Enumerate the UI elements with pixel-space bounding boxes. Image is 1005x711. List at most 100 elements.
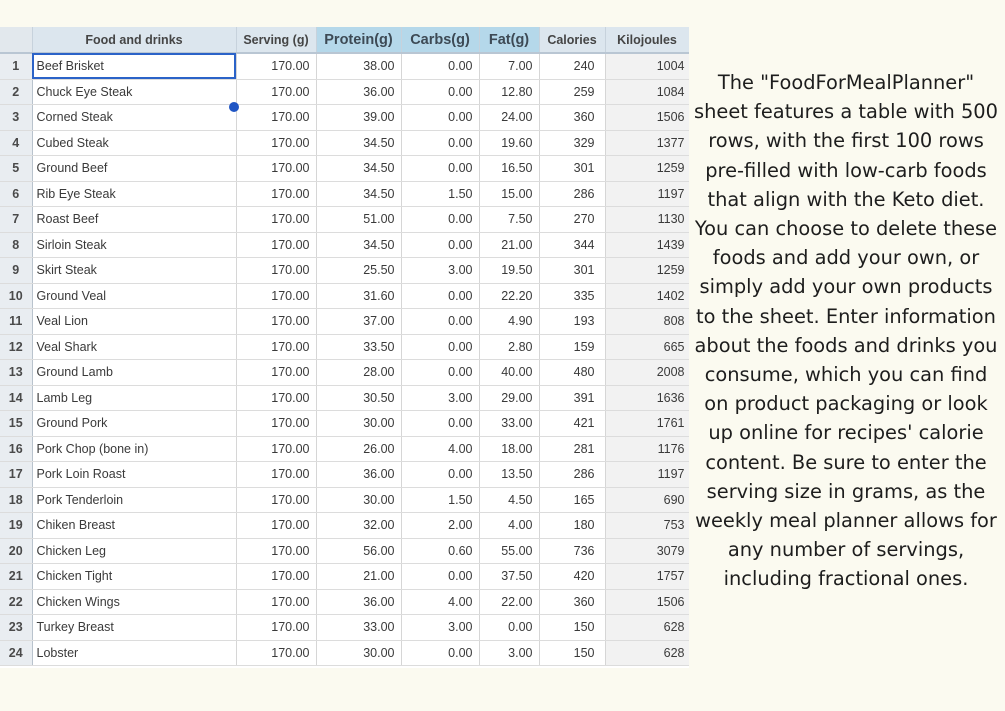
cell-calories[interactable]: 301 xyxy=(539,155,606,182)
cell-food[interactable]: Lamb Leg xyxy=(32,385,237,411)
cell-protein[interactable]: 51.00 xyxy=(316,206,402,233)
cell-carbs[interactable]: 4.00 xyxy=(401,436,480,462)
cell-serving[interactable]: 170.00 xyxy=(236,512,317,539)
header-calories[interactable]: Calories xyxy=(539,27,606,54)
cell-fat[interactable]: 15.00 xyxy=(479,181,540,207)
cell-fat[interactable]: 4.00 xyxy=(479,512,540,539)
cell-serving[interactable]: 170.00 xyxy=(236,359,317,386)
row-number[interactable]: 3 xyxy=(0,104,33,131)
cell-serving[interactable]: 170.00 xyxy=(236,410,317,437)
cell-serving[interactable]: 170.00 xyxy=(236,487,317,513)
cell-calories[interactable]: 421 xyxy=(539,410,606,437)
cell-kilojoules[interactable]: 2008 xyxy=(605,359,689,386)
row-number[interactable]: 21 xyxy=(0,563,33,590)
cell-kilojoules[interactable]: 1259 xyxy=(605,257,689,284)
cell-fat[interactable]: 2.80 xyxy=(479,334,540,360)
cell-calories[interactable]: 360 xyxy=(539,589,606,615)
cell-serving[interactable]: 170.00 xyxy=(236,385,317,411)
cell-food[interactable]: Turkey Breast xyxy=(32,614,237,641)
cell-food[interactable]: Ground Beef xyxy=(32,155,237,182)
row-number[interactable]: 13 xyxy=(0,359,33,386)
cell-serving[interactable]: 170.00 xyxy=(236,232,317,258)
cell-protein[interactable]: 31.60 xyxy=(316,283,402,309)
cell-fat[interactable]: 24.00 xyxy=(479,104,540,131)
cell-food[interactable]: Beef Brisket xyxy=(32,53,237,80)
cell-calories[interactable]: 150 xyxy=(539,614,606,641)
cell-serving[interactable]: 170.00 xyxy=(236,589,317,615)
row-number[interactable]: 16 xyxy=(0,436,33,462)
row-number[interactable]: 1 xyxy=(0,53,33,80)
row-number[interactable]: 5 xyxy=(0,155,33,182)
cell-food[interactable]: Chiken Breast xyxy=(32,512,237,539)
cell-food[interactable]: Ground Pork xyxy=(32,410,237,437)
cell-fat[interactable]: 4.90 xyxy=(479,308,540,335)
cell-protein[interactable]: 21.00 xyxy=(316,563,402,590)
cell-fat[interactable]: 16.50 xyxy=(479,155,540,182)
cell-serving[interactable]: 170.00 xyxy=(236,640,317,666)
cell-kilojoules[interactable]: 1439 xyxy=(605,232,689,258)
row-number[interactable]: 14 xyxy=(0,385,33,411)
cell-protein[interactable]: 34.50 xyxy=(316,155,402,182)
cell-carbs[interactable]: 1.50 xyxy=(401,487,480,513)
cell-carbs[interactable]: 0.00 xyxy=(401,155,480,182)
header-carbs[interactable]: Carbs(g) xyxy=(401,27,480,54)
corner-cell[interactable] xyxy=(0,27,33,54)
cell-food[interactable]: Veal Shark xyxy=(32,334,237,360)
cell-protein[interactable]: 32.00 xyxy=(316,512,402,539)
cell-fat[interactable]: 40.00 xyxy=(479,359,540,386)
cell-calories[interactable]: 259 xyxy=(539,79,606,105)
cell-protein[interactable]: 56.00 xyxy=(316,538,402,564)
cell-food[interactable]: Pork Loin Roast xyxy=(32,461,237,488)
cell-calories[interactable]: 335 xyxy=(539,283,606,309)
cell-kilojoules[interactable]: 753 xyxy=(605,512,689,539)
row-number[interactable]: 24 xyxy=(0,640,33,666)
cell-serving[interactable]: 170.00 xyxy=(236,436,317,462)
cell-food[interactable]: Pork Tenderloin xyxy=(32,487,237,513)
cell-protein[interactable]: 34.50 xyxy=(316,181,402,207)
cell-carbs[interactable]: 0.00 xyxy=(401,232,480,258)
cell-protein[interactable]: 38.00 xyxy=(316,53,402,80)
cell-carbs[interactable]: 0.00 xyxy=(401,79,480,105)
cell-serving[interactable]: 170.00 xyxy=(236,563,317,590)
cell-kilojoules[interactable]: 808 xyxy=(605,308,689,335)
cell-carbs[interactable]: 0.00 xyxy=(401,640,480,666)
cell-carbs[interactable]: 3.00 xyxy=(401,257,480,284)
cell-food[interactable]: Lobster xyxy=(32,640,237,666)
cell-protein[interactable]: 33.00 xyxy=(316,614,402,641)
cell-carbs[interactable]: 0.00 xyxy=(401,563,480,590)
cell-kilojoules[interactable]: 1636 xyxy=(605,385,689,411)
cell-carbs[interactable]: 0.00 xyxy=(401,410,480,437)
header-kilojoules[interactable]: Kilojoules xyxy=(605,27,689,54)
cell-protein[interactable]: 37.00 xyxy=(316,308,402,335)
cell-food[interactable]: Sirloin Steak xyxy=(32,232,237,258)
cell-food[interactable]: Pork Chop (bone in) xyxy=(32,436,237,462)
cell-calories[interactable]: 344 xyxy=(539,232,606,258)
cell-food[interactable]: Corned Steak xyxy=(32,104,237,131)
cell-calories[interactable]: 329 xyxy=(539,130,606,156)
cell-carbs[interactable]: 0.60 xyxy=(401,538,480,564)
cell-kilojoules[interactable]: 628 xyxy=(605,640,689,666)
cell-fat[interactable]: 7.00 xyxy=(479,53,540,80)
cell-fat[interactable]: 0.00 xyxy=(479,614,540,641)
cell-food[interactable]: Chicken Wings xyxy=(32,589,237,615)
cell-protein[interactable]: 34.50 xyxy=(316,130,402,156)
cell-food[interactable]: Veal Lion xyxy=(32,308,237,335)
cell-carbs[interactable]: 0.00 xyxy=(401,130,480,156)
cell-kilojoules[interactable]: 1377 xyxy=(605,130,689,156)
cell-food[interactable]: Chicken Tight xyxy=(32,563,237,590)
cell-serving[interactable]: 170.00 xyxy=(236,257,317,284)
cell-protein[interactable]: 30.00 xyxy=(316,410,402,437)
row-number[interactable]: 22 xyxy=(0,589,33,615)
cell-calories[interactable]: 240 xyxy=(539,53,606,80)
row-number[interactable]: 12 xyxy=(0,334,33,360)
row-number[interactable]: 17 xyxy=(0,461,33,488)
cell-protein[interactable]: 30.50 xyxy=(316,385,402,411)
cell-calories[interactable]: 193 xyxy=(539,308,606,335)
cell-fat[interactable]: 19.60 xyxy=(479,130,540,156)
cell-protein[interactable]: 25.50 xyxy=(316,257,402,284)
cell-fat[interactable]: 29.00 xyxy=(479,385,540,411)
cell-kilojoules[interactable]: 1506 xyxy=(605,104,689,131)
cell-kilojoules[interactable]: 1197 xyxy=(605,461,689,488)
cell-kilojoules[interactable]: 1506 xyxy=(605,589,689,615)
cell-calories[interactable]: 286 xyxy=(539,461,606,488)
